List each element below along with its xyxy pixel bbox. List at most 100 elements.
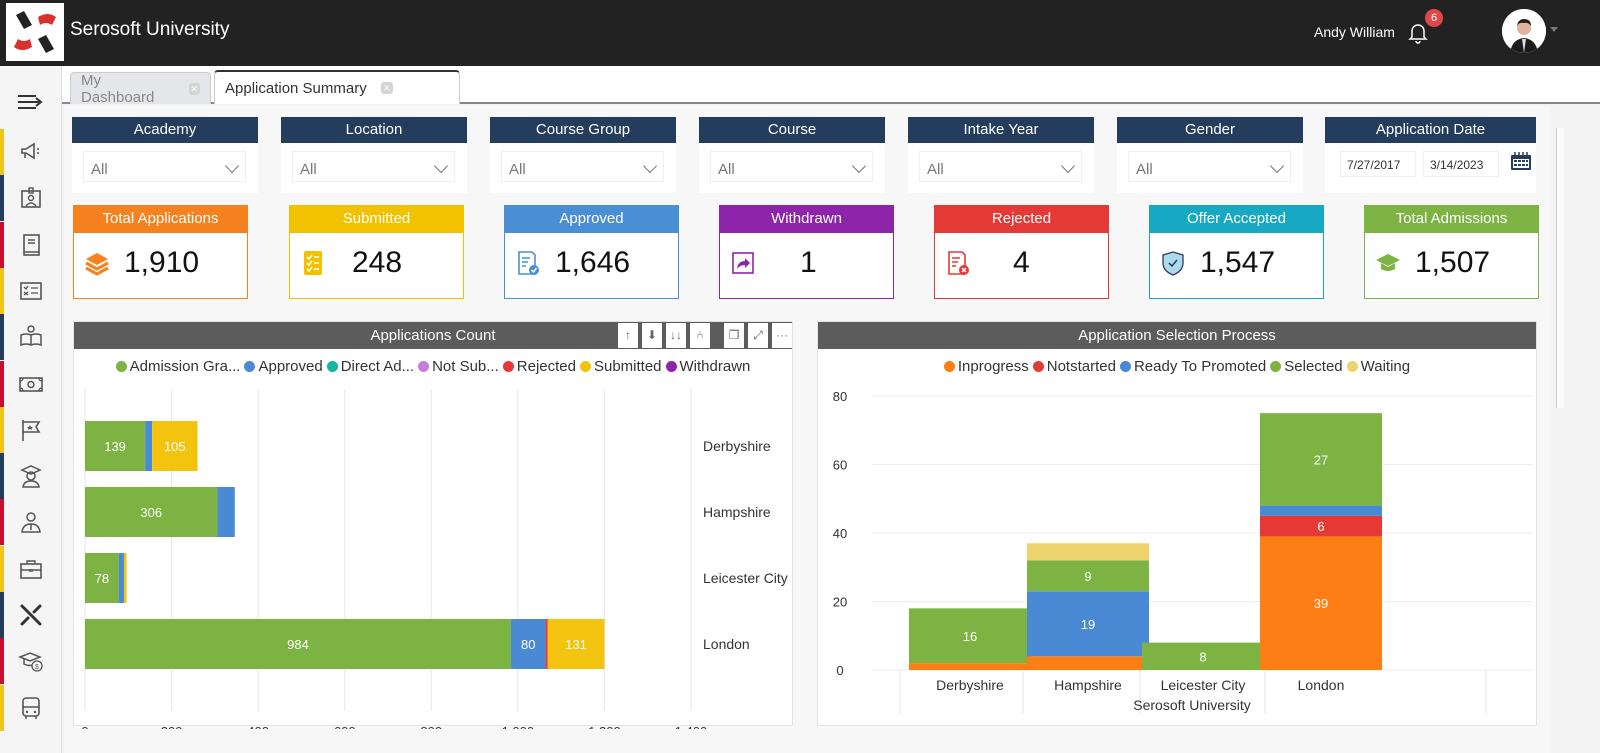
bus-icon xyxy=(22,696,40,719)
calendar-icon[interactable] xyxy=(1510,151,1532,171)
x-tick-label: 200 xyxy=(161,724,183,729)
sidebar-item-money[interactable] xyxy=(0,360,62,407)
bar-segment[interactable] xyxy=(123,553,127,603)
kpi-card-total-applications[interactable]: Total Applications 1,910 xyxy=(73,205,248,299)
tab-label: Application Summary xyxy=(225,79,367,97)
applications-count-chart: 0 200 400 600 800 1,000 1,200 1,400 139 105 Derbys… xyxy=(81,389,788,729)
university-logo[interactable] xyxy=(6,3,64,61)
notification-badge: 6 xyxy=(1425,9,1443,27)
user-name[interactable]: Andy William xyxy=(1314,24,1395,40)
hierarchy-icon[interactable]: ⑃ xyxy=(690,323,710,348)
filter-dropdown[interactable]: All xyxy=(710,151,873,182)
filter-dropdown[interactable]: All xyxy=(83,151,246,182)
data-label: 19 xyxy=(1081,617,1095,632)
sidebar-item-reader[interactable] xyxy=(0,314,62,361)
sidebar-item-checklist[interactable] xyxy=(0,267,62,314)
drill-up-icon[interactable]: ↑ xyxy=(618,323,638,348)
expand-all-icon[interactable]: ↓↓ xyxy=(666,323,686,348)
kpi-card-offer-accepted[interactable]: Offer Accepted 1,547 xyxy=(1149,205,1324,299)
sidebar-stripe xyxy=(0,499,4,546)
user-menu-caret-icon[interactable] xyxy=(1550,27,1558,32)
sidebar-item-scholarship[interactable]: $ xyxy=(0,638,62,685)
y-tick-label: 80 xyxy=(833,389,847,404)
book-icon xyxy=(23,233,40,256)
filter-label: Location xyxy=(281,117,467,143)
rejected-doc-icon xyxy=(948,251,969,275)
filter-dropdown[interactable]: All xyxy=(1128,151,1291,182)
scrollbar[interactable] xyxy=(1556,128,1564,408)
id-badge-icon xyxy=(21,187,41,209)
data-label: 139 xyxy=(104,439,126,454)
filter-dropdown[interactable]: All xyxy=(501,151,664,182)
sidebar-item-bus[interactable] xyxy=(0,684,62,731)
sidebar-item-flag[interactable] xyxy=(0,406,62,453)
date-from-input[interactable]: 7/27/2017 xyxy=(1340,151,1416,177)
x-tick-label: 1,400 xyxy=(675,724,708,729)
money-icon xyxy=(19,376,43,392)
close-tab-icon[interactable]: ✕ xyxy=(380,82,393,94)
menu-toggle-icon[interactable] xyxy=(16,92,44,112)
kpi-label: Rejected xyxy=(935,206,1108,233)
kpi-card-submitted[interactable]: Submitted 248 xyxy=(289,205,464,299)
sidebar-item-tools[interactable] xyxy=(0,592,62,638)
filter-dropdown[interactable]: All xyxy=(292,151,455,182)
sidebar-stripe xyxy=(0,360,4,407)
bar-segment[interactable] xyxy=(909,663,1031,670)
tab-application-summary[interactable]: Application Summary ✕ xyxy=(214,70,460,104)
date-to-input[interactable]: 3/14/2023 xyxy=(1423,151,1499,177)
kpi-card-withdrawn[interactable]: Withdrawn 1 xyxy=(719,205,894,299)
app-title: Serosoft University xyxy=(70,19,230,40)
drill-down-icon[interactable]: ⬇ xyxy=(642,323,662,348)
kpi-card-total-admissions[interactable]: Total Admissions 1,507 xyxy=(1364,205,1539,299)
bar-segment[interactable] xyxy=(217,487,235,537)
category-label: London xyxy=(1298,677,1345,693)
share-arrow-icon xyxy=(732,252,754,274)
data-label: 131 xyxy=(565,637,587,652)
megaphone-icon xyxy=(21,142,39,160)
avatar[interactable] xyxy=(1502,9,1546,53)
sidebar-stripe xyxy=(0,129,4,175)
filter-location: Location All xyxy=(281,117,467,193)
sidebar-item-staff[interactable] xyxy=(0,499,62,546)
kpi-card-rejected[interactable]: Rejected 4 xyxy=(934,205,1109,299)
bar-segment[interactable] xyxy=(145,421,153,471)
kpi-value: 1 xyxy=(800,246,817,279)
briefcase-icon xyxy=(20,559,42,579)
dropdown-value: All xyxy=(300,161,317,178)
data-label: 16 xyxy=(963,629,977,644)
kpi-value: 248 xyxy=(352,246,403,279)
filter-gender: Gender All xyxy=(1117,117,1303,193)
data-label: 105 xyxy=(164,439,186,454)
bar-segment[interactable] xyxy=(1027,656,1149,670)
sidebar-item-briefcase[interactable] xyxy=(0,545,62,592)
filter-course-group: Course Group All xyxy=(490,117,676,193)
bar-segment[interactable] xyxy=(118,553,124,603)
bar-segment[interactable] xyxy=(545,619,548,669)
applications-count-panel: Applications Count ↑ ⬇ ↓↓ ⑃ ❐ ⤢ ··· Admission … xyxy=(73,321,793,729)
sidebar-item-graduate[interactable] xyxy=(0,453,62,500)
chart-toolbar: ↑ ⬇ ↓↓ ⑃ ❐ ⤢ ··· xyxy=(618,322,792,349)
sidebar-item-id-badge[interactable] xyxy=(0,175,62,222)
filter-label: Intake Year xyxy=(908,117,1094,143)
tab-my-dashboard[interactable]: My Dashboard ✕ xyxy=(70,71,211,106)
tab-label: My Dashboard xyxy=(81,71,155,106)
copy-icon[interactable]: ❐ xyxy=(724,323,744,348)
sidebar-item-megaphone[interactable] xyxy=(0,129,62,175)
chevron-down-icon xyxy=(433,158,449,174)
category-label: Leicester City xyxy=(703,570,788,586)
focus-mode-icon[interactable]: ⤢ xyxy=(748,323,768,348)
filter-dropdown[interactable]: All xyxy=(919,151,1082,182)
more-options-icon[interactable]: ··· xyxy=(772,323,792,348)
close-tab-icon[interactable]: ✕ xyxy=(188,82,200,95)
data-label: 27 xyxy=(1314,452,1328,467)
sidebar-stripe xyxy=(0,406,4,453)
bar-segment[interactable] xyxy=(1027,543,1149,561)
x-tick-label: 0 xyxy=(81,724,88,729)
kpi-card-approved[interactable]: Approved 1,646 xyxy=(504,205,679,299)
sidebar-stripe xyxy=(0,545,4,592)
graduate-icon xyxy=(20,465,42,488)
bar-segment[interactable] xyxy=(1260,505,1382,516)
sidebar-item-book[interactable] xyxy=(0,221,62,268)
category-label: London xyxy=(703,636,750,652)
x-tick-label: 400 xyxy=(247,724,269,729)
